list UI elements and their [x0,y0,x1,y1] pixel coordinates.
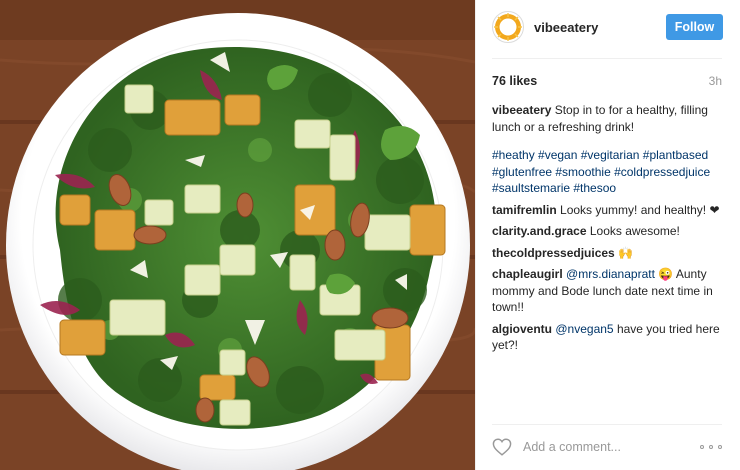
post-photo[interactable] [0,0,475,470]
comment-input[interactable] [523,440,700,454]
comment-mention[interactable]: @nvegan5 [555,322,613,336]
more-options-icon[interactable] [700,445,722,449]
likes-count[interactable]: 76 likes [492,74,537,88]
divider [492,58,722,59]
post-time[interactable]: 3h [709,74,722,88]
post-details-panel: vibeeatery Follow 76 likes 3h vibeeatery… [475,0,740,470]
comment-username[interactable]: thecoldpressedjuices [492,246,615,260]
comment-item: thecoldpressedjuices 🙌 [492,245,726,262]
vibe-sun-logo-icon [494,13,522,41]
comment-mention[interactable]: @mrs.dianapratt [566,267,655,281]
avatar[interactable] [492,11,524,43]
comment-username[interactable]: chapleaugirl [492,267,563,281]
caption-hashtags[interactable]: #heathy #vegan #vegitarian #plantbased #… [492,147,726,197]
comment-item: chapleaugirl @mrs.dianapratt 😜 Aunty mom… [492,266,726,316]
comment-text: Looks awesome! [589,224,680,238]
post-meta: 76 likes 3h [492,74,722,88]
comments-list: vibeeatery Stop in to for a healthy, fil… [492,102,726,359]
caption: vibeeatery Stop in to for a healthy, fil… [492,102,726,135]
comment-item: tamifremlin Looks yummy! and healthy! ❤ [492,202,726,219]
caption-username[interactable]: vibeeatery [492,103,551,117]
comment-item: algioventu @nvegan5 have you tried here … [492,321,726,354]
comment-username[interactable]: clarity.and.grace [492,224,587,238]
heart-icon[interactable] [492,436,514,458]
comment-item: clarity.and.grace Looks awesome! [492,223,726,240]
comment-text: 🙌 [618,245,634,260]
post-header: vibeeatery Follow [476,0,740,54]
comment-text: Looks yummy! and healthy! ❤ [560,202,720,217]
divider [492,424,722,425]
salad-plate-image [0,0,475,470]
comment-username[interactable]: algioventu [492,322,552,336]
follow-button[interactable]: Follow [666,14,723,40]
comment-username[interactable]: tamifremlin [492,203,557,217]
comment-bar [492,434,722,460]
post-author-username[interactable]: vibeeatery [534,20,666,35]
